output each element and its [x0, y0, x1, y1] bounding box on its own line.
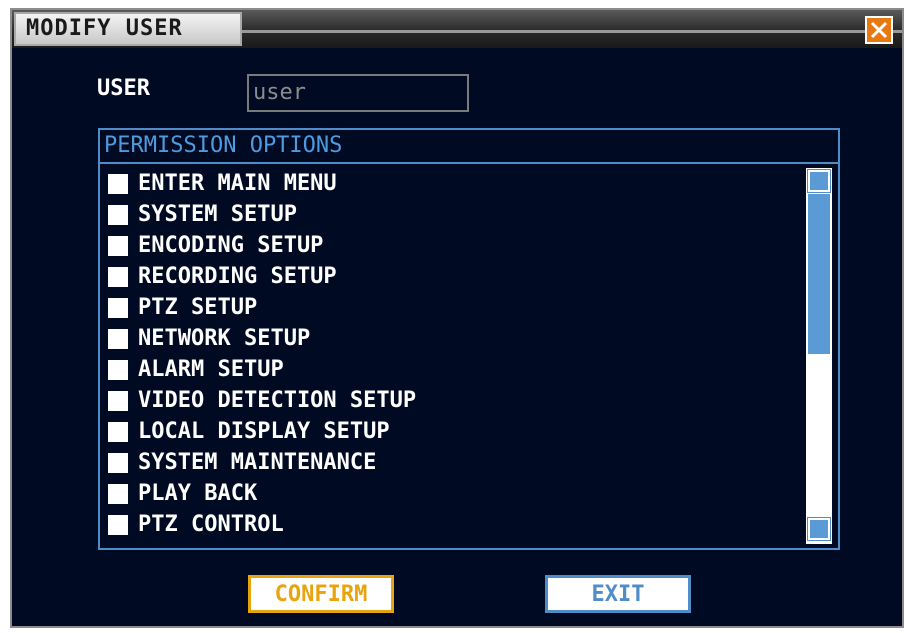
permission-checkbox[interactable]: [108, 328, 128, 349]
exit-button[interactable]: EXIT: [545, 575, 691, 613]
window-title: MODIFY USER: [14, 12, 242, 46]
permission-checkbox[interactable]: [108, 297, 128, 318]
permission-label: LOCAL DISPLAY SETUP: [138, 419, 390, 444]
permission-list: ENTER MAIN MENU SYSTEM SETUP ENCODING SETU…: [108, 168, 808, 540]
permission-options-panel: PERMISSION OPTIONS ENTER MAIN MENU SYSTEM…: [98, 128, 840, 550]
permission-item[interactable]: SYSTEM SETUP: [108, 199, 808, 230]
permission-scrollbar[interactable]: [806, 168, 832, 544]
permission-label: SYSTEM MAINTENANCE: [138, 450, 377, 475]
permission-label: VIDEO DETECTION SETUP: [138, 388, 417, 413]
permission-label: PTZ CONTROL: [138, 512, 284, 537]
permission-item[interactable]: ENTER MAIN MENU: [108, 168, 808, 199]
title-divider: [242, 30, 902, 33]
permission-checkbox[interactable]: [108, 266, 128, 287]
permission-options-header: PERMISSION OPTIONS: [100, 130, 838, 164]
permission-checkbox[interactable]: [108, 235, 128, 256]
permission-label: ENTER MAIN MENU: [138, 171, 337, 196]
permission-label: RECORDING SETUP: [138, 264, 337, 289]
permission-item[interactable]: PLAY BACK: [108, 478, 808, 509]
permission-checkbox[interactable]: [108, 483, 128, 504]
close-button[interactable]: [865, 16, 893, 44]
scroll-thumb[interactable]: [808, 194, 830, 354]
modify-user-dialog: MODIFY USER USER user PERMISSION OPTIONS…: [10, 8, 904, 628]
title-bar: MODIFY USER: [12, 10, 902, 48]
permission-checkbox[interactable]: [108, 421, 128, 442]
permission-checkbox[interactable]: [108, 452, 128, 473]
scroll-up-button[interactable]: [807, 169, 831, 193]
permission-label: NETWORK SETUP: [138, 326, 311, 351]
permission-item[interactable]: PTZ SETUP: [108, 292, 808, 323]
user-label: USER: [97, 76, 150, 101]
permission-label: PTZ SETUP: [138, 295, 258, 320]
permission-item[interactable]: LOCAL DISPLAY SETUP: [108, 416, 808, 447]
permission-checkbox[interactable]: [108, 204, 128, 225]
permission-item[interactable]: ALARM SETUP: [108, 354, 808, 385]
permission-checkbox[interactable]: [108, 359, 128, 380]
permission-item[interactable]: VIDEO DETECTION SETUP: [108, 385, 808, 416]
confirm-button[interactable]: CONFIRM: [248, 575, 394, 613]
permission-checkbox[interactable]: [108, 173, 128, 194]
permission-item[interactable]: NETWORK SETUP: [108, 323, 808, 354]
permission-checkbox[interactable]: [108, 514, 128, 535]
permission-label: ENCODING SETUP: [138, 233, 324, 258]
permission-checkbox[interactable]: [108, 390, 128, 411]
permission-label: SYSTEM SETUP: [138, 202, 297, 227]
permission-label: ALARM SETUP: [138, 357, 284, 382]
close-icon: [870, 21, 888, 39]
user-name-field[interactable]: user: [247, 74, 469, 112]
permission-item[interactable]: SYSTEM MAINTENANCE: [108, 447, 808, 478]
permission-item[interactable]: RECORDING SETUP: [108, 261, 808, 292]
permission-item[interactable]: ENCODING SETUP: [108, 230, 808, 261]
scroll-down-button[interactable]: [807, 517, 831, 541]
permission-label: PLAY BACK: [138, 481, 258, 506]
permission-item[interactable]: PTZ CONTROL: [108, 509, 808, 540]
